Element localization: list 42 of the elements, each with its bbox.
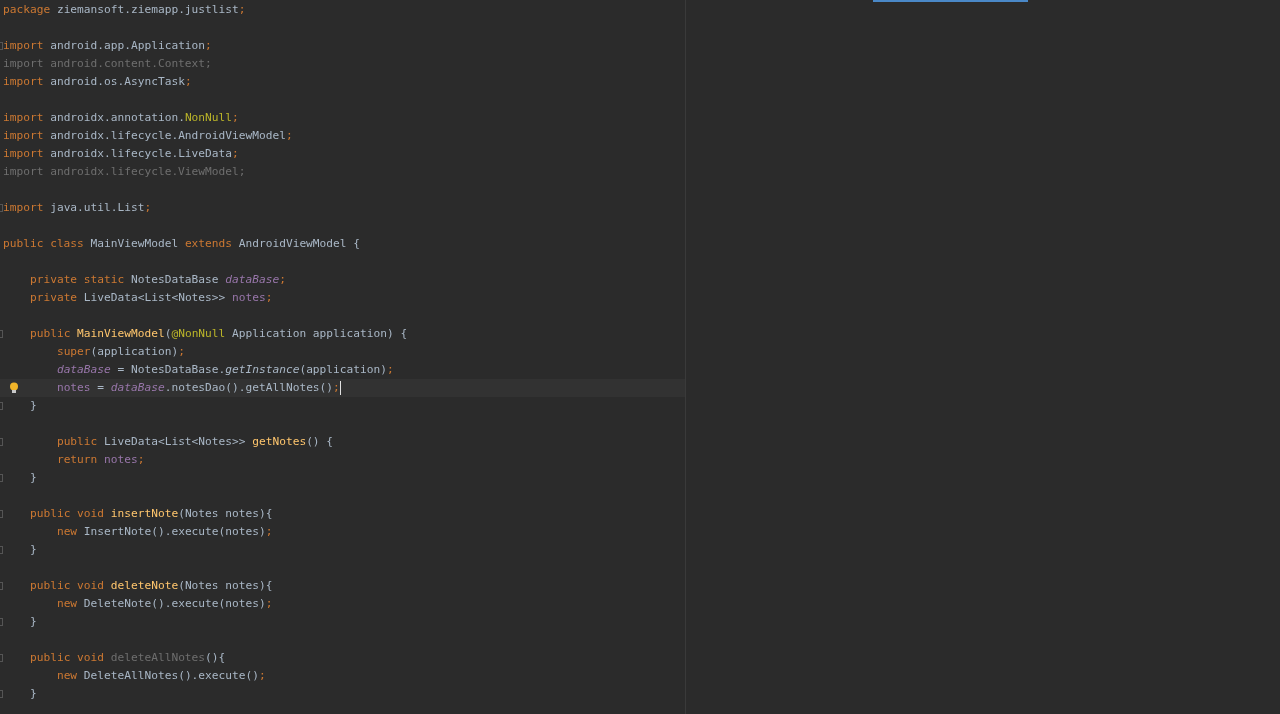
code-line: import android.os.AsyncTask; <box>3 74 192 90</box>
code-line: return notes; <box>56 452 145 468</box>
fold-marker-icon[interactable] <box>0 546 3 554</box>
fold-marker-icon[interactable] <box>0 438 3 446</box>
code-line: import android.content.Context; <box>3 56 212 72</box>
fold-marker-icon[interactable] <box>0 330 3 338</box>
lightbulb-icon[interactable] <box>9 382 19 394</box>
code-line: import androidx.lifecycle.LiveData; <box>3 146 239 162</box>
code-line: private static NotesDataBase dataBase; <box>29 272 286 288</box>
code-line: private LiveData<List<Notes>> notes; <box>29 290 273 306</box>
code-line: } <box>29 470 37 486</box>
code-line: package ziemansoft.ziemapp.justlist; <box>3 2 246 18</box>
code-line: notes = dataBase.notesDao().getAllNotes(); <box>56 380 341 397</box>
code-line: dataBase = NotesDataBase.getInstance(application); <box>56 362 394 378</box>
code-line: public void deleteNote(Notes notes){ <box>29 578 273 594</box>
code-line: public MainViewModel(@NonNull Application application) { <box>29 326 408 342</box>
code-line: import androidx.annotation.NonNull; <box>3 110 239 126</box>
fold-marker-icon[interactable] <box>0 690 3 698</box>
code-line: super(application); <box>56 344 185 360</box>
code-line: new DeleteNote().execute(notes); <box>56 596 273 612</box>
code-line: new InsertNote().execute(notes); <box>56 524 273 540</box>
code-line: new DeleteAllNotes().execute(); <box>56 668 266 684</box>
fold-marker-icon[interactable] <box>0 474 3 482</box>
fold-marker-icon[interactable] <box>0 582 3 590</box>
code-line: import androidx.lifecycle.AndroidViewModel; <box>3 128 293 144</box>
code-line: public void deleteAllNotes(){ <box>29 650 226 666</box>
code-line: public LiveData<List<Notes>> getNotes() { <box>56 434 334 450</box>
fold-marker-icon[interactable] <box>0 654 3 662</box>
fold-marker-icon[interactable] <box>0 618 3 626</box>
code-line: import android.app.Application; <box>3 38 212 54</box>
code-line: import androidx.lifecycle.ViewModel; <box>3 164 246 180</box>
code-line: public void insertNote(Notes notes){ <box>29 506 273 522</box>
fold-marker-icon[interactable] <box>0 42 3 50</box>
code-line: } <box>29 686 37 702</box>
code-line: } <box>29 542 37 558</box>
fold-marker-icon[interactable] <box>0 204 3 212</box>
fold-marker-icon[interactable] <box>0 402 3 410</box>
fold-marker-icon[interactable] <box>0 510 3 518</box>
code-line: public class MainViewModel extends AndroidViewModel { <box>3 236 360 252</box>
code-line: } <box>29 398 37 414</box>
code-line: } <box>29 614 37 630</box>
code-line: import java.util.List; <box>3 200 152 216</box>
